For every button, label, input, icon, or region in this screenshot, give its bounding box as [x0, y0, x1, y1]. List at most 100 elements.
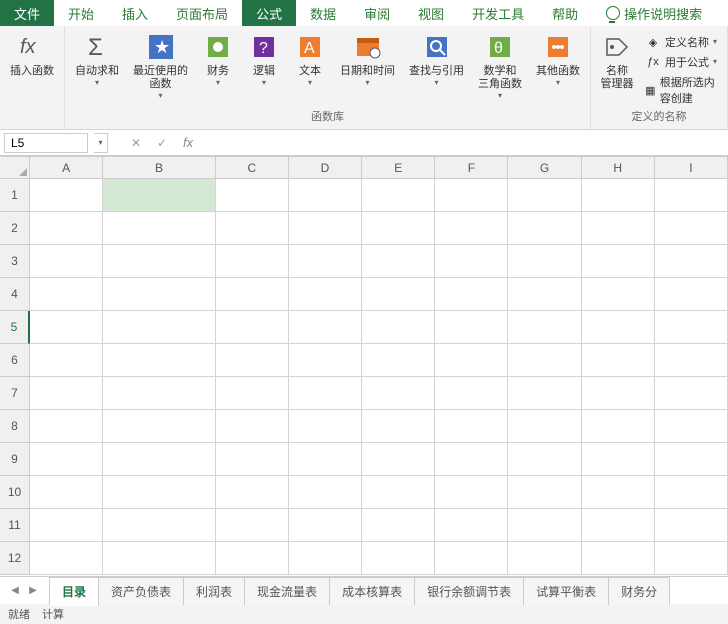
row-header[interactable]: 12	[0, 542, 30, 575]
logical-button[interactable]: ? 逻辑 ▾	[244, 29, 284, 89]
tab-help[interactable]: 帮助	[538, 0, 592, 26]
other-fn-button[interactable]: 其他函数 ▾	[532, 29, 584, 89]
use-in-label: 用于公式	[665, 54, 709, 70]
sheet-tab[interactable]: 成本核算表	[329, 577, 415, 605]
tag-icon	[601, 31, 633, 63]
row-header[interactable]: 9	[0, 443, 30, 476]
col-header[interactable]: G	[508, 157, 581, 179]
autosum-button[interactable]: Σ 自动求和 ▾	[71, 29, 123, 89]
theta-icon: θ	[484, 31, 516, 63]
dropdown-icon: ▾	[308, 78, 312, 87]
sheet-tab[interactable]: 财务分	[608, 577, 670, 605]
tab-file[interactable]: 文件	[0, 0, 54, 26]
tag-small-icon: ◈	[645, 34, 661, 50]
math-label: 数学和 三角函数	[478, 65, 522, 91]
tab-data[interactable]: 数据	[296, 0, 350, 26]
row-header[interactable]: 1	[0, 179, 30, 212]
dropdown-icon: ▾	[556, 78, 560, 87]
col-header[interactable]: A	[30, 157, 103, 179]
row-header[interactable]: 8	[0, 410, 30, 443]
math-button[interactable]: θ 数学和 三角函数 ▾	[474, 29, 526, 102]
financial-button[interactable]: 财务 ▾	[198, 29, 238, 89]
sheet-tab[interactable]: 利润表	[183, 577, 245, 605]
status-ready: 就绪	[8, 606, 30, 622]
formula-input[interactable]	[204, 133, 728, 153]
group-function-library: Σ 自动求和 ▾ ★ 最近使用的 函数 ▾ 财务 ▾ ? 逻辑 ▾ A 文本	[65, 26, 591, 129]
more-icon	[542, 31, 574, 63]
column-headers: A B C D E F G H I	[30, 157, 728, 179]
name-box-dropdown[interactable]: ▾	[94, 133, 108, 153]
sheet-tab[interactable]: 试算平衡表	[523, 577, 609, 605]
row-headers: 1 2 3 4 5 6 7 8 9 10 11 12	[0, 179, 30, 575]
dropdown-icon: ▾	[216, 78, 220, 87]
svg-text:★: ★	[154, 37, 170, 57]
sheet-tab[interactable]: 资产负债表	[98, 577, 184, 605]
col-header[interactable]: H	[582, 157, 655, 179]
tab-dev[interactable]: 开发工具	[458, 0, 538, 26]
col-header[interactable]: E	[362, 157, 435, 179]
tab-tell-me[interactable]: 操作说明搜索	[592, 0, 716, 26]
autosum-label: 自动求和	[75, 65, 119, 78]
col-header[interactable]: D	[289, 157, 362, 179]
tab-formula[interactable]: 公式	[242, 0, 296, 26]
financial-icon	[202, 31, 234, 63]
create-from-selection-button[interactable]: ▦根据所选内容创建	[643, 73, 721, 107]
tab-home[interactable]: 开始	[54, 0, 108, 26]
lookup-button[interactable]: 查找与引用 ▾	[405, 29, 468, 89]
row-header[interactable]: 3	[0, 245, 30, 278]
row-header[interactable]: 5	[0, 311, 30, 344]
row-header[interactable]: 2	[0, 212, 30, 245]
name-mgr-label: 名称 管理器	[601, 65, 634, 91]
cells-area[interactable]	[30, 179, 728, 576]
use-in-formula-button[interactable]: ƒx用于公式 ▾	[643, 53, 721, 71]
cancel-icon[interactable]: ✕	[126, 133, 146, 153]
fx-icon: fx	[16, 31, 48, 63]
sheet-nav-next[interactable]: ▶	[24, 582, 42, 600]
recent-button[interactable]: ★ 最近使用的 函数 ▾	[129, 29, 192, 102]
row-header[interactable]: 11	[0, 509, 30, 542]
name-manager-button[interactable]: 名称 管理器	[597, 29, 637, 93]
fx-small-icon: ƒx	[645, 54, 661, 70]
tab-review[interactable]: 审阅	[350, 0, 404, 26]
calendar-icon	[352, 31, 384, 63]
select-all-corner[interactable]	[0, 157, 30, 179]
from-sel-label: 根据所选内容创建	[660, 74, 719, 106]
tab-insert[interactable]: 插入	[108, 0, 162, 26]
row-header[interactable]: 6	[0, 344, 30, 377]
datetime-label: 日期和时间	[340, 65, 395, 78]
fx-button[interactable]: fx	[178, 133, 198, 153]
sheet-tab[interactable]: 目录	[49, 577, 99, 606]
insert-fn-label: 插入函数	[10, 65, 54, 78]
svg-text:A: A	[304, 40, 315, 57]
datetime-button[interactable]: 日期和时间 ▾	[336, 29, 399, 89]
dropdown-icon: ▾	[365, 78, 369, 87]
sheet-tab[interactable]: 现金流量表	[244, 577, 330, 605]
cell-b1-highlighted[interactable]	[103, 179, 216, 212]
tab-layout[interactable]: 页面布局	[162, 0, 242, 26]
dropdown-icon: ▾	[713, 57, 717, 66]
row-header[interactable]: 10	[0, 476, 30, 509]
spreadsheet-grid: A B C D E F G H I 1 2 3 4 5 6 7 8 9 10 1…	[0, 156, 728, 576]
col-header[interactable]: B	[103, 157, 216, 179]
group-label-library: 函数库	[311, 108, 344, 126]
dropdown-icon: ▾	[434, 78, 438, 87]
col-header[interactable]: I	[655, 157, 728, 179]
sheet-tab[interactable]: 银行余额调节表	[414, 577, 524, 605]
col-header[interactable]: F	[435, 157, 508, 179]
sheet-nav-prev[interactable]: ◀	[6, 582, 24, 600]
ribbon: fx 插入函数 Σ 自动求和 ▾ ★ 最近使用的 函数 ▾ 财务 ▾ ?	[0, 26, 728, 130]
define-name-button[interactable]: ◈定义名称▾	[643, 33, 721, 51]
insert-function-button[interactable]: fx 插入函数	[6, 29, 58, 80]
name-box-input[interactable]	[4, 133, 88, 153]
row-header[interactable]: 4	[0, 278, 30, 311]
text-label: 文本	[299, 65, 321, 78]
tab-view[interactable]: 视图	[404, 0, 458, 26]
dropdown-icon: ▾	[262, 78, 266, 87]
def-name-label: 定义名称	[665, 34, 709, 50]
row-header[interactable]: 7	[0, 377, 30, 410]
text-button[interactable]: A 文本 ▾	[290, 29, 330, 89]
status-bar: 就绪 计算	[0, 604, 728, 624]
dropdown-icon: ▾	[158, 91, 162, 100]
col-header[interactable]: C	[216, 157, 289, 179]
enter-icon[interactable]: ✓	[152, 133, 172, 153]
